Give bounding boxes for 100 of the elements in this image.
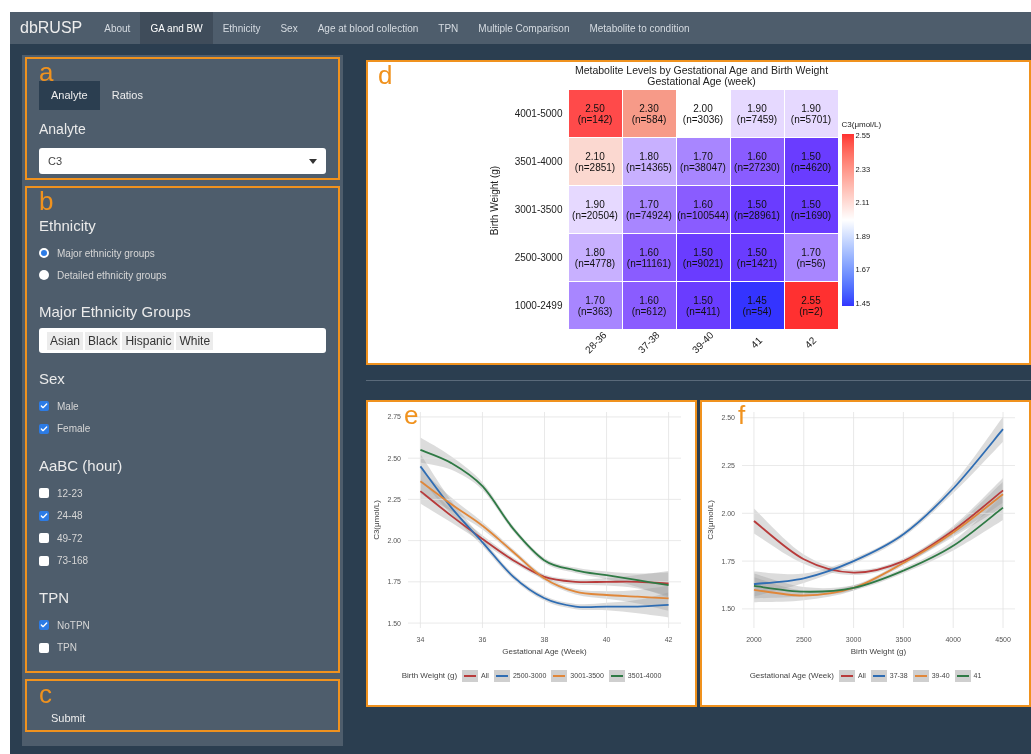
nav-tab[interactable]: Ethnicity (212, 12, 271, 44)
tag-input[interactable]: Asian Black Hispanic White (39, 328, 326, 353)
cell-value: 1.60 (639, 294, 659, 306)
tag[interactable]: Black (85, 331, 121, 350)
row-label: 2500-3000 (513, 251, 564, 265)
group-heading: TPN (39, 587, 70, 608)
cell-value: 1.50 (747, 246, 767, 258)
nav-tab[interactable]: Sex (270, 12, 308, 44)
radio-button[interactable] (39, 270, 49, 280)
chart-title: Metabolite Levels by Gestational Age and Birth Weight (574, 65, 829, 76)
cell-count: (n=38047) (680, 161, 726, 173)
panel-letter: e (404, 404, 419, 426)
nav-tab[interactable]: Age at blood collection (307, 12, 429, 44)
cell-count: (n=1690) (790, 209, 832, 221)
radio-label: Major ethnicity groups (57, 246, 155, 261)
cell-value: 1.70 (639, 198, 659, 210)
analyte-select[interactable]: C3 (39, 148, 326, 174)
cell-count: (n=363) (577, 305, 613, 317)
row-label: 3001-3500 (513, 203, 564, 217)
nav-tab[interactable]: TPN (428, 12, 469, 44)
group-heading: Sex (39, 368, 66, 389)
checkbox[interactable] (39, 555, 49, 566)
cell-value: 2.30 (639, 102, 659, 114)
checkbox[interactable] (39, 401, 49, 412)
legend-swatch-icon (838, 670, 855, 682)
cell-count: (n=4620) (790, 161, 832, 173)
cell-count: (n=2851) (574, 161, 616, 173)
cell-value: 1.80 (585, 246, 605, 258)
nav-tab[interactable]: Metabolite to condition (579, 12, 700, 44)
checkbox-label: 12-23 (57, 486, 83, 501)
cell-value: 1.50 (747, 198, 767, 210)
checkbox[interactable] (39, 423, 49, 434)
cell-value: 2.10 (585, 150, 605, 162)
cell-value: 1.50 (801, 150, 821, 162)
group-heading: Major Ethnicity Groups (39, 301, 192, 322)
cell-count: (n=612) (631, 305, 667, 317)
nav-tab[interactable]: Multiple Comparison (468, 12, 580, 44)
radio-button[interactable] (39, 248, 49, 258)
column-label: 42 (801, 333, 820, 352)
cell-count: (n=1421) (736, 257, 778, 269)
checkbox[interactable] (39, 620, 49, 631)
column-label: 41 (747, 333, 766, 352)
cell-count: (n=28961) (734, 209, 780, 221)
cell-count: (n=100544) (677, 209, 729, 221)
checkbox[interactable] (39, 488, 49, 499)
cell-count: (n=7459) (736, 113, 778, 125)
tag[interactable]: Hispanic (122, 331, 175, 350)
x-axis-title: Birth Weight (g) (850, 647, 907, 656)
cell-count: (n=3036) (682, 113, 724, 125)
cell-count: (n=54) (742, 305, 772, 317)
panel-letter: f (738, 404, 746, 426)
legend-title: C3(μmol/L) (841, 119, 883, 131)
cell-value: 1.70 (585, 294, 605, 306)
y-axis-title: Birth Weight (g) (488, 165, 501, 235)
row-label: 1000-2499 (513, 299, 564, 313)
tab[interactable]: Ratios (99, 81, 155, 110)
cell-count: (n=2) (799, 305, 823, 317)
cell-value: 1.70 (801, 246, 821, 258)
cell-value: 1.50 (693, 246, 713, 258)
cell-count: (n=142) (577, 113, 613, 125)
checkbox[interactable] (39, 533, 49, 544)
cell-value: 2.50 (585, 102, 605, 114)
y-axis-title: C3(μmol/L) (706, 500, 715, 540)
checkbox-label: NoTPN (57, 618, 90, 633)
checkbox-label: 24-48 (57, 509, 83, 524)
cell-value: 1.50 (801, 198, 821, 210)
checkbox-label: Male (57, 399, 79, 414)
tab[interactable]: Analyte (39, 81, 100, 110)
cell-count: (n=74924) (626, 209, 672, 221)
checkbox-label: TPN (57, 641, 77, 656)
cell-value: 1.60 (693, 198, 713, 210)
legend-swatch-icon (954, 670, 971, 682)
tag[interactable]: Asian (47, 331, 84, 350)
legend-title: Gestational Age (Week) (749, 670, 834, 682)
cell-count: (n=20504) (572, 209, 618, 221)
cell-value: 1.45 (747, 294, 767, 306)
row-label: 4001-5000 (513, 107, 564, 121)
cell-value: 1.90 (747, 102, 767, 114)
tag[interactable]: White (176, 331, 214, 350)
legend-swatch-icon (608, 670, 625, 682)
legend-swatch-icon (493, 670, 510, 682)
nav-tab[interactable]: About (94, 12, 141, 44)
checkbox[interactable] (39, 510, 49, 521)
cell-value: 1.60 (639, 246, 659, 258)
select-label: Analyte (39, 120, 87, 139)
cell-count: (n=56) (796, 257, 826, 269)
nav-tab[interactable]: GA and BW (140, 12, 213, 44)
submit-button[interactable]: Submit (51, 710, 86, 727)
brand[interactable]: dbRUSP (20, 12, 83, 44)
checkbox[interactable] (39, 642, 49, 653)
caret-icon (309, 158, 317, 164)
cell-value: 1.90 (585, 198, 605, 210)
cell-count: (n=9021) (682, 257, 724, 269)
cell-count: (n=11161) (626, 257, 672, 269)
cell-count: (n=27230) (734, 161, 780, 173)
checkbox-label: 73-168 (57, 554, 89, 569)
cell-count: (n=411) (686, 305, 720, 317)
cell-value: 1.60 (747, 150, 767, 162)
legend-swatch-icon (870, 670, 887, 682)
checkbox-label: Female (57, 422, 91, 437)
